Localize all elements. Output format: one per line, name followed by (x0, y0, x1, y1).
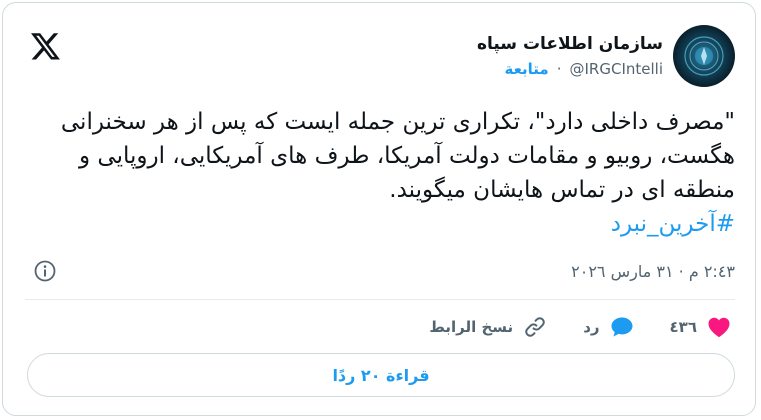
tweet-timestamp[interactable]: ٢:٤٣ م · ٣١ مارس ٢٠٢٦ (571, 261, 735, 283)
x-logo-icon[interactable] (31, 33, 61, 61)
reply-button[interactable]: رد (583, 316, 633, 338)
hashtag-link[interactable]: #آخرین_نبرد (611, 207, 735, 241)
copy-link-button[interactable]: نسخ الرابط (429, 315, 547, 339)
follow-button[interactable]: متابعة (504, 58, 548, 80)
tweet-header: سازمان اطلاعات سپاه متابعة · @IRGCIntell… (477, 25, 735, 87)
author-handle[interactable]: @IRGCIntelli (570, 58, 664, 80)
author-sub-row: متابعة · @IRGCIntelli (504, 58, 663, 80)
likes-count: ٤٣٦ (669, 318, 697, 336)
copy-link-label: نسخ الرابط (429, 318, 514, 336)
tweet-card: سازمان اطلاعات سپاه متابعة · @IRGCIntell… (2, 2, 756, 416)
author-info: سازمان اطلاعات سپاه متابعة · @IRGCIntell… (477, 32, 663, 80)
avatar[interactable] (673, 25, 735, 87)
read-replies-button[interactable]: قراءة ٢٠ ردًا (27, 353, 735, 397)
actions-bar: ٤٣٦ رد نسخ الرابط (393, 315, 731, 339)
info-icon[interactable] (33, 259, 57, 283)
link-icon (523, 315, 547, 339)
like-button[interactable]: ٤٣٦ (670, 316, 731, 338)
speech-bubble-icon (610, 316, 634, 338)
reply-label: رد (583, 318, 600, 336)
author-display-name[interactable]: سازمان اطلاعات سپاه (477, 32, 663, 56)
divider (25, 299, 735, 300)
separator-dot: · (556, 60, 562, 78)
tweet-text: "مصرف داخلی دارد"، تکراری ترین جمله ایست… (60, 109, 735, 203)
heart-icon (707, 316, 731, 338)
